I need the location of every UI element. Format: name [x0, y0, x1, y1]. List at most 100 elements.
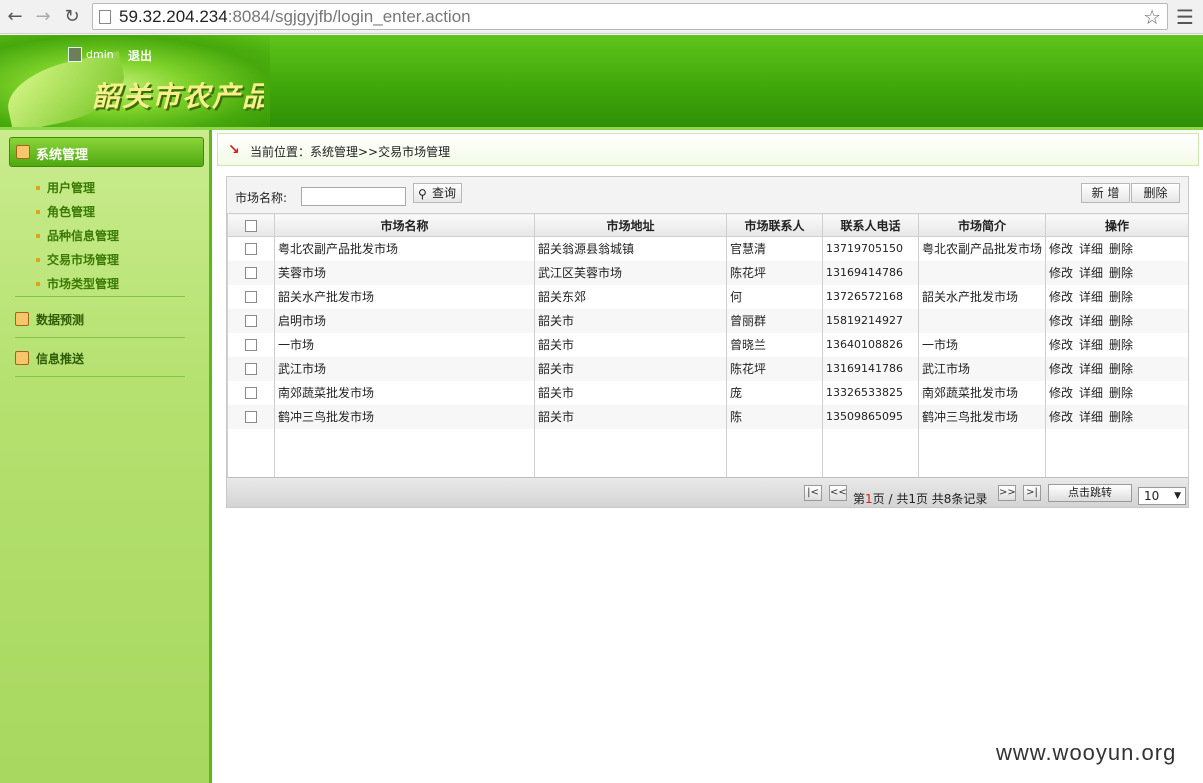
delete-link[interactable]: 删除 — [1109, 338, 1133, 352]
detail-link[interactable]: 详细 — [1079, 314, 1103, 328]
search-input[interactable] — [301, 187, 406, 206]
select-all-checkbox[interactable] — [245, 219, 257, 232]
detail-link[interactable]: 详细 — [1079, 410, 1103, 424]
last-page-button[interactable]: >| — [1023, 485, 1041, 501]
bookmark-star-icon[interactable]: ☆ — [1143, 5, 1161, 29]
delete-link[interactable]: 删除 — [1109, 314, 1133, 328]
add-button[interactable]: 新 增 — [1081, 183, 1130, 203]
empty-cell — [227, 428, 275, 477]
row-select-cell — [227, 332, 275, 357]
delete-link[interactable]: 删除 — [1109, 242, 1133, 256]
table-row: 芙蓉市场 武江区芙蓉市场 陈花坪 13169414786 修改 详细 删除 — [227, 260, 1189, 285]
edit-link[interactable]: 修改 — [1049, 242, 1073, 256]
detail-link[interactable]: 详细 — [1079, 386, 1103, 400]
cell-market-contact: 陈 — [726, 404, 823, 429]
empty-cell — [1045, 428, 1189, 477]
cell-market-name: 武江市场 — [274, 356, 535, 381]
browser-toolbar: ← → ↻ 59.32.204.234:8084/sgjgyjfb/login_… — [0, 0, 1203, 34]
row-select-cell — [227, 236, 275, 261]
back-icon[interactable]: ← — [4, 6, 26, 28]
row-checkbox[interactable] — [245, 411, 257, 423]
edit-link[interactable]: 修改 — [1049, 410, 1073, 424]
search-button[interactable]: ⚲ 查询 — [413, 183, 462, 203]
row-checkbox[interactable] — [245, 267, 257, 279]
cell-market-intro: 南郊蔬菜批发市场 — [918, 380, 1046, 405]
logout-link[interactable]: 退出 — [128, 47, 152, 64]
row-checkbox[interactable] — [245, 387, 257, 399]
cell-actions: 修改 详细 删除 — [1045, 356, 1189, 381]
empty-cell — [534, 428, 727, 477]
delete-button[interactable]: 删除 — [1131, 183, 1180, 203]
delete-link[interactable]: 删除 — [1109, 386, 1133, 400]
cell-market-intro: 韶关水产批发市场 — [918, 284, 1046, 309]
sidebar-item-roles[interactable]: 角色管理 — [30, 200, 119, 224]
empty-cell — [726, 428, 823, 477]
cell-market-name: 鹤冲三鸟批发市场 — [274, 404, 535, 429]
row-checkbox[interactable] — [245, 315, 257, 327]
edit-link[interactable]: 修改 — [1049, 386, 1073, 400]
cell-actions: 修改 详细 删除 — [1045, 332, 1189, 357]
cell-market-name: 启明市场 — [274, 308, 535, 333]
cell-market-address: 武江区芙蓉市场 — [534, 260, 727, 285]
row-checkbox[interactable] — [245, 363, 257, 375]
column-header: 市场简介 — [918, 213, 1046, 237]
detail-link[interactable]: 详细 — [1079, 242, 1103, 256]
cell-market-address: 韶关市 — [534, 380, 727, 405]
edit-link[interactable]: 修改 — [1049, 314, 1073, 328]
forward-icon[interactable]: → — [32, 6, 54, 28]
edit-link[interactable]: 修改 — [1049, 362, 1073, 376]
folder-icon — [16, 145, 30, 159]
address-bar[interactable]: 59.32.204.234:8084/sgjgyjfb/login_enter.… — [92, 3, 1168, 30]
cell-market-contact: 陈花坪 — [726, 356, 823, 381]
breadcrumb: ↘ 当前位置：系统管理>>交易市场管理 — [217, 133, 1199, 166]
sidebar-item-label: 市场类型管理 — [47, 277, 120, 291]
detail-link[interactable]: 详细 — [1079, 338, 1103, 352]
sidebar-item-label: 交易市场管理 — [47, 253, 120, 267]
cell-contact-phone: 13509865095 — [822, 404, 919, 429]
prev-page-button[interactable]: << — [829, 485, 847, 501]
first-page-button[interactable]: |< — [804, 485, 822, 501]
user-icon — [68, 47, 82, 62]
sidebar-divider — [15, 376, 185, 377]
browser-menu-icon[interactable]: ☰ — [1174, 6, 1196, 28]
reload-icon[interactable]: ↻ — [61, 6, 83, 28]
jump-button[interactable]: 点击跳转 — [1048, 484, 1132, 502]
sidebar-item-markets[interactable]: 交易市场管理 — [30, 248, 119, 272]
row-select-cell — [227, 356, 275, 381]
column-header: 市场名称 — [274, 213, 535, 237]
watermark: www.wooyun.org — [996, 740, 1177, 765]
row-select-cell — [227, 308, 275, 333]
sidebar-group-label: 信息推送 — [36, 352, 85, 366]
edit-link[interactable]: 修改 — [1049, 338, 1073, 352]
next-page-button[interactable]: >> — [998, 485, 1016, 501]
edit-link[interactable]: 修改 — [1049, 266, 1073, 280]
table-row: 韶关水产批发市场 韶关东郊何 13726572168 韶关水产批发市场 修改 详细 删除 — [227, 284, 1189, 309]
sidebar-item-market-types[interactable]: 市场类型管理 — [30, 272, 119, 296]
search-label: 市场名称: — [235, 191, 288, 205]
row-select-cell — [227, 404, 275, 429]
sidebar-group-push[interactable]: 信息推送 — [15, 346, 195, 370]
delete-link[interactable]: 删除 — [1109, 290, 1133, 304]
row-checkbox[interactable] — [245, 339, 257, 351]
detail-link[interactable]: 详细 — [1079, 266, 1103, 280]
row-checkbox[interactable] — [245, 291, 257, 303]
sidebar-item-users[interactable]: 用户管理 — [30, 176, 119, 200]
edit-link[interactable]: 修改 — [1049, 290, 1073, 304]
sidebar-section-label: 系统管理 — [36, 148, 89, 163]
delete-link[interactable]: 删除 — [1109, 410, 1133, 424]
row-checkbox[interactable] — [245, 243, 257, 256]
sidebar-group-forecast[interactable]: 数据预测 — [15, 307, 195, 331]
sidebar-item-label: 角色管理 — [47, 205, 96, 219]
detail-link[interactable]: 详细 — [1079, 362, 1103, 376]
delete-link[interactable]: 删除 — [1109, 362, 1133, 376]
cell-contact-phone: 13719705150 — [822, 236, 919, 261]
user-name: dmin — [86, 48, 114, 61]
detail-link[interactable]: 详细 — [1079, 290, 1103, 304]
cell-market-contact: 庞 — [726, 380, 823, 405]
page-size-select[interactable]: 10 ▼ — [1138, 487, 1186, 505]
bullet-icon — [36, 258, 40, 262]
sidebar-item-varieties[interactable]: 品种信息管理 — [30, 224, 119, 248]
sidebar-submenu: 用户管理 角色管理 品种信息管理 交易市场管理 市场类型管理 — [30, 176, 119, 296]
sidebar-section-system[interactable]: 系统管理 — [9, 137, 204, 167]
delete-link[interactable]: 删除 — [1109, 266, 1133, 280]
